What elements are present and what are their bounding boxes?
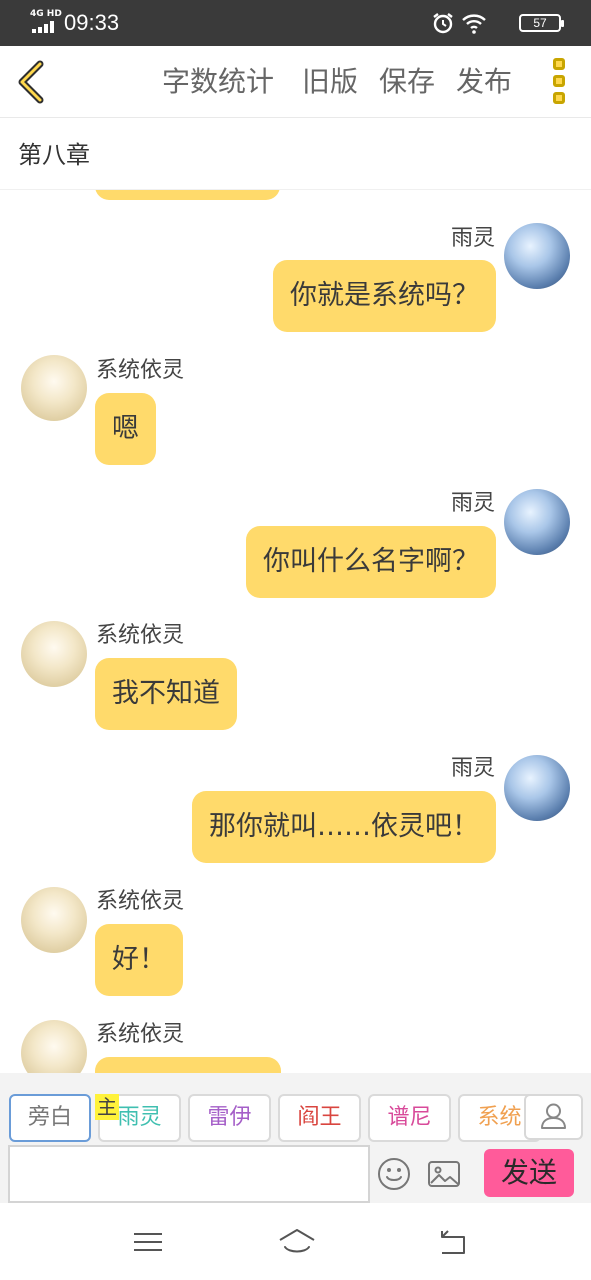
network-indicator: 4G HD — [30, 9, 62, 19]
old-version-button[interactable]: 旧版 — [302, 64, 358, 100]
avatar[interactable] — [21, 887, 87, 953]
image-icon[interactable] — [427, 1159, 461, 1189]
save-button[interactable]: 保存 — [379, 64, 435, 100]
alarm-icon — [433, 13, 453, 34]
chapter-header: 第八章 — [0, 119, 591, 190]
message-bubble[interactable]: 我不知道 — [95, 658, 237, 730]
chat-log[interactable]: 雨灵 你就是系统吗？ 系统依灵 嗯 雨灵 你叫什么名字啊？ 系统依灵 我不知道 … — [0, 190, 591, 1073]
role-leiyi[interactable]: 雷伊 — [188, 1094, 271, 1142]
home-icon[interactable] — [277, 1225, 317, 1259]
main-role-badge: 主 — [95, 1094, 119, 1120]
publish-button[interactable]: 发布 — [456, 64, 512, 100]
menu-icon[interactable] — [130, 1225, 166, 1259]
sender-name: 系统依灵 — [96, 1022, 185, 1047]
message-bubble[interactable]: 嗯 — [95, 393, 156, 465]
sender-name: 系统依灵 — [96, 889, 185, 914]
avatar[interactable] — [504, 489, 570, 555]
send-button[interactable]: 发送 — [484, 1149, 574, 1197]
message-bubble-partial — [95, 190, 280, 200]
back-icon[interactable] — [434, 1225, 470, 1259]
editor-toolbar: 字数统计 旧版 保存 发布 — [0, 46, 591, 118]
message-bubble[interactable]: 那你就叫……依灵吧！ — [192, 791, 496, 863]
avatar[interactable] — [21, 355, 87, 421]
more-vertical-icon[interactable] — [547, 58, 571, 106]
word-count-button[interactable]: 字数统计 — [162, 64, 274, 100]
message-input[interactable] — [8, 1145, 370, 1203]
role-narrator[interactable]: 旁白 — [9, 1094, 91, 1142]
avatar[interactable] — [504, 223, 570, 289]
role-selector: 主 旁白 雨灵 雷伊 阎王 谱尼 系统 — [0, 1073, 591, 1145]
signal-icon — [32, 21, 58, 33]
message-bubble[interactable]: 你叫什么名字啊？ — [246, 526, 496, 598]
message-bubble[interactable]: 好！ — [95, 924, 183, 996]
user-icon — [541, 1103, 566, 1129]
message-bubble[interactable]: 你就是系统吗？ — [273, 260, 496, 332]
role-manage-button[interactable] — [524, 1094, 583, 1140]
status-bar: 4G HD 09:33 57 — [0, 0, 591, 46]
avatar[interactable] — [504, 755, 570, 821]
sender-name: 雨灵 — [450, 226, 495, 251]
avatar[interactable] — [21, 621, 87, 687]
chevron-left-icon[interactable] — [14, 60, 50, 104]
sender-name: 雨灵 — [450, 491, 495, 516]
sender-name: 系统依灵 — [96, 623, 185, 648]
role-puni[interactable]: 谱尼 — [368, 1094, 451, 1142]
chapter-title[interactable]: 第八章 — [18, 139, 90, 171]
role-yanwang[interactable]: 阎王 — [278, 1094, 361, 1142]
sender-name: 系统依灵 — [96, 358, 185, 383]
message-bubble[interactable] — [95, 1057, 281, 1073]
composer: 发送 — [0, 1145, 591, 1203]
wifi-icon — [462, 14, 486, 34]
battery-indicator: 57 — [519, 14, 564, 32]
sender-name: 雨灵 — [450, 756, 495, 781]
clock: 09:33 — [64, 10, 120, 35]
system-navigation-bar — [0, 1203, 591, 1280]
emoji-icon[interactable] — [377, 1157, 411, 1191]
avatar[interactable] — [21, 1020, 87, 1073]
